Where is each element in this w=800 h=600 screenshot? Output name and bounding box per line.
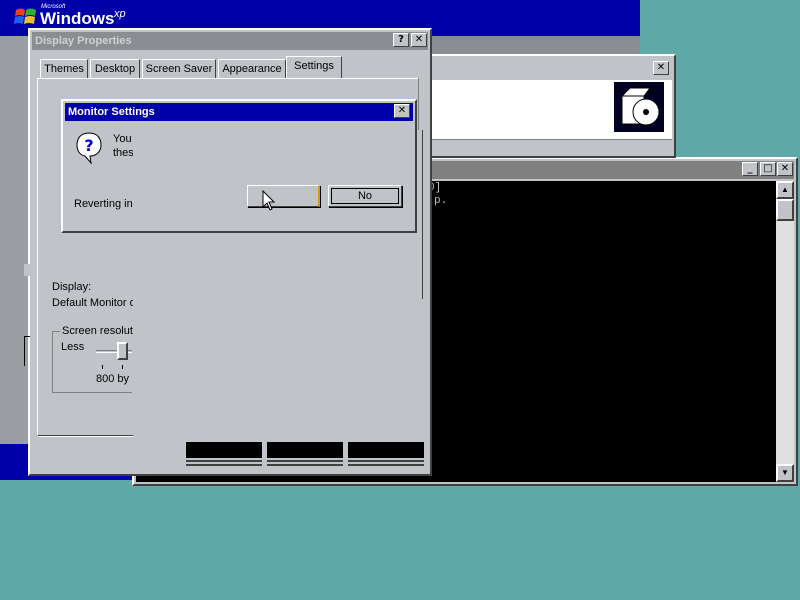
cropped-region [133,299,423,436]
logo-main-text: Windows [40,9,115,28]
console-line-2: p. [434,195,448,207]
display-properties-title: Display Properties [35,35,132,47]
display-properties-titlebar[interactable]: Display Properties [32,32,428,50]
tab-screen-saver[interactable]: Screen Saver [142,59,216,79]
resolution-value: 800 by [96,373,130,385]
divider-line [38,435,133,437]
windows-logo: Microsoft Windows xp [14,4,134,30]
scroll-down-button[interactable]: ▼ [776,464,794,482]
desktop-sliver-mark-1 [24,264,30,276]
console-scrollbar[interactable]: ▲ ▼ [776,181,794,482]
cd-box-icon [614,82,664,132]
monitor-settings-dialog: Monitor Settings ✕ ? You thes Reverting … [61,99,417,233]
question-icon: ? [75,131,103,165]
maximize-button[interactable]: □ [760,162,776,176]
console-close-button[interactable]: ✕ [777,162,793,176]
windows-flag-icon [14,8,36,24]
monitor-close-button[interactable]: ✕ [394,104,410,118]
scrollbar-stub [418,78,424,130]
display-value: Default Monitor o [52,297,136,309]
installer-close-button[interactable]: ✕ [653,61,669,75]
dialog-cropped-region [133,123,303,231]
less-label: Less [61,341,85,353]
display-close-button[interactable]: ✕ [411,33,427,47]
tab-desktop[interactable]: Desktop [90,59,140,79]
scroll-up-button[interactable]: ▲ [776,181,794,199]
resolution-slider-thumb[interactable] [117,342,128,360]
dialog-top-strip [130,99,306,101]
cancel-button-placeholder[interactable] [267,442,343,458]
display-label: Display: [52,281,92,293]
svg-text:?: ? [84,136,93,155]
tab-settings[interactable]: Settings [286,56,342,80]
button-shadow-1 [186,460,262,466]
apply-button-placeholder[interactable] [348,442,424,458]
minimize-button[interactable]: _ [742,162,758,176]
tab-themes[interactable]: Themes [40,59,88,79]
message-line-1: You [113,133,132,145]
yes-button[interactable] [247,185,320,207]
logo-suffix-text: xp [114,8,126,20]
ok-button-placeholder[interactable] [186,442,262,458]
installer-titlebar[interactable] [424,58,672,78]
monitor-settings-titlebar[interactable]: Monitor Settings [65,103,413,121]
slider-tick-1 [102,365,103,369]
installer-header-panel [424,80,672,140]
mouse-cursor [262,190,276,211]
slider-tick-2 [122,365,123,369]
desktop-sliver-mark-2 [24,336,30,366]
message-line-2: thes [113,147,134,159]
tab-appearance[interactable]: Appearance [218,59,286,79]
button-shadow-3 [348,460,424,466]
no-button[interactable]: No [328,185,402,207]
help-button[interactable]: ? [393,33,409,47]
installer-window: ✕ [420,54,676,158]
reverting-text: Reverting in [74,198,133,210]
button-shadow-2 [267,460,343,466]
resolution-group-label: Screen resoluti [60,325,138,337]
monitor-settings-title: Monitor Settings [68,106,155,118]
desktop-left-sliver [0,36,30,444]
scroll-thumb[interactable] [776,199,794,221]
